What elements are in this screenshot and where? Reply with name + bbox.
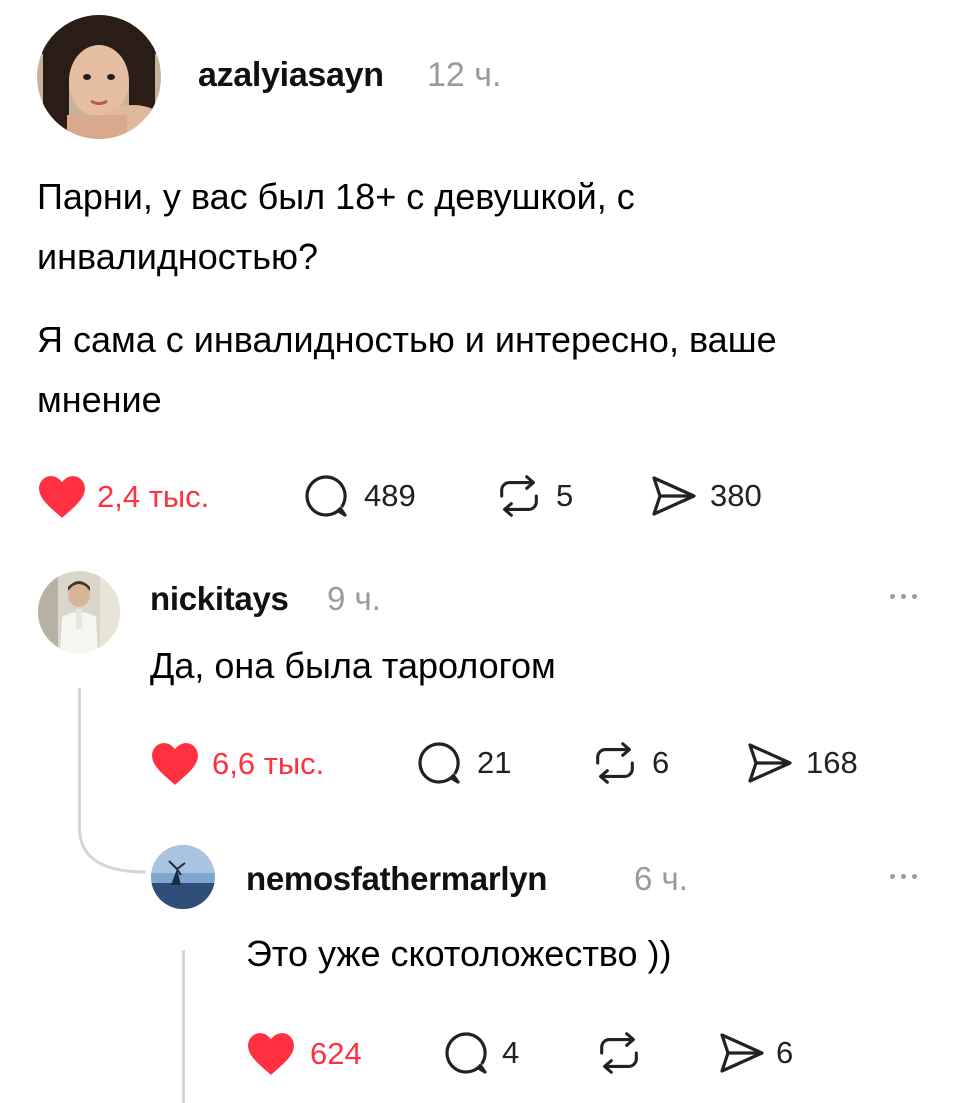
reply-1-text: Да, она была тарологом	[150, 645, 556, 686]
avatar-image	[37, 15, 161, 139]
post-time: 12 ч.	[427, 56, 502, 94]
repost-icon	[594, 1029, 644, 1077]
post-repost-button[interactable]: 5	[494, 472, 573, 520]
reply-2-comment-button[interactable]: 4	[442, 1029, 519, 1077]
heart-icon	[246, 1031, 296, 1077]
share-icon	[744, 739, 796, 787]
thread-line-1	[78, 688, 81, 833]
thread-curve	[78, 828, 147, 874]
reply-1-more-button[interactable]	[890, 594, 917, 599]
reply-1-like-button[interactable]: 6,6 тыс.	[150, 741, 324, 787]
post-share-count: 380	[710, 478, 762, 513]
more-icon	[890, 874, 895, 879]
post-repost-count: 5	[556, 478, 574, 513]
reply-1-time: 9 ч.	[327, 580, 381, 617]
reply-2-text: Это уже скотоложество ))	[246, 933, 672, 974]
reply-1-share-count: 168	[806, 745, 858, 780]
heart-icon	[150, 741, 200, 787]
reply-2-share-button[interactable]: 6	[716, 1029, 793, 1077]
repost-icon	[590, 739, 640, 787]
post-text-line-3: Я сама с инвалидностью и интересно, ваше	[37, 319, 777, 360]
share-icon	[648, 472, 700, 520]
post-username[interactable]: azalyiasayn	[198, 56, 384, 95]
thread-line-2	[182, 950, 185, 1103]
avatar-image	[38, 571, 120, 653]
reply-1-repost-count: 6	[652, 745, 670, 780]
reply-2-share-count: 6	[776, 1035, 794, 1070]
avatar-image	[151, 845, 215, 909]
reply-2-repost-button[interactable]	[594, 1029, 656, 1077]
post-share-button[interactable]: 380	[648, 472, 762, 520]
post-text-line-4: мнение	[37, 379, 162, 420]
avatar-reply-1[interactable]	[38, 571, 120, 653]
reply-1-share-button[interactable]: 168	[744, 739, 858, 787]
post-comment-count: 489	[364, 478, 416, 513]
avatar-post-author[interactable]	[37, 15, 161, 139]
share-icon	[716, 1029, 768, 1077]
reply-1-comment-button[interactable]: 21	[415, 739, 511, 787]
reply-1-like-count: 6,6 тыс.	[212, 746, 325, 781]
heart-icon	[37, 474, 87, 520]
post-like-count: 2,4 тыс.	[97, 479, 210, 514]
reply-1-comment-count: 21	[477, 745, 512, 780]
post-text-line-1: Парни, у вас был 18+ с девушкой, с	[37, 176, 635, 217]
post-like-button[interactable]: 2,4 тыс.	[37, 474, 209, 520]
reply-1-repost-button[interactable]: 6	[590, 739, 669, 787]
post-comment-button[interactable]: 489	[302, 472, 416, 520]
reply-2-time: 6 ч.	[634, 860, 688, 897]
comment-icon	[442, 1029, 490, 1077]
reply-1-username[interactable]: nickitays	[150, 580, 289, 618]
reply-2-like-count: 624	[310, 1036, 362, 1071]
comment-icon	[302, 472, 350, 520]
reply-2-username[interactable]: nemosfathermarlyn	[246, 860, 547, 898]
reply-2-like-button[interactable]: 624	[246, 1031, 362, 1077]
comment-icon	[415, 739, 463, 787]
more-icon	[890, 594, 895, 599]
reply-2-more-button[interactable]	[890, 874, 917, 879]
reply-2-comment-count: 4	[502, 1035, 520, 1070]
repost-icon	[494, 472, 544, 520]
avatar-reply-2[interactable]	[151, 845, 215, 909]
post-text-line-2: инвалидностью?	[37, 236, 319, 277]
